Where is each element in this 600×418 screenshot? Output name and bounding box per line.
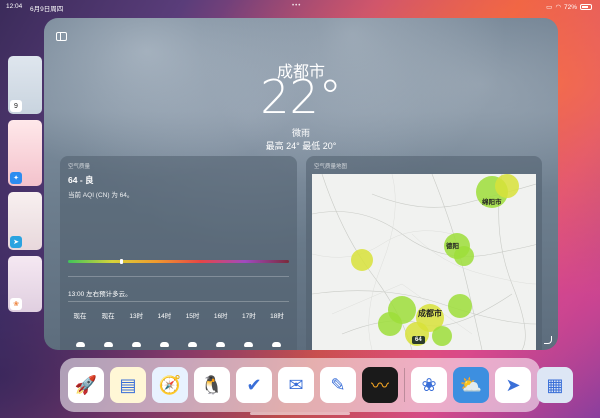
home-indicator[interactable] bbox=[250, 412, 350, 415]
map-header: 空气质量地图 bbox=[314, 164, 348, 170]
cloud-icon bbox=[124, 342, 148, 347]
dock-app-omnifocus[interactable]: ✔ bbox=[236, 367, 272, 403]
hour-label: 16时 bbox=[213, 313, 228, 320]
air-quality-map[interactable]: 绵阳市 德阳 成都市 64 bbox=[312, 174, 536, 350]
dock: 🚀 ▤ 🧭 🐧 ✔ ✉ ✎ 〰 ❀ ⛅ ➤ ▦ bbox=[60, 358, 573, 412]
qq-icon: 🐧 bbox=[200, 374, 224, 395]
cloud-icon bbox=[265, 342, 289, 347]
air-quality-panel[interactable]: 空气质量 64 - 良 当前 AQI (CN) 为 64。 13:00 左右预计… bbox=[60, 156, 297, 350]
hour-label: 17时 bbox=[241, 313, 256, 320]
aqi-header: 空气质量 bbox=[68, 164, 91, 170]
dock-app-telegram[interactable]: ➤ bbox=[495, 367, 531, 403]
cloud-icon bbox=[68, 342, 92, 347]
screen-mirror-icon: ▭ bbox=[546, 4, 553, 11]
status-indicators: ▭ ◠ 72% bbox=[546, 3, 592, 11]
aqi-value: 64 - 良 bbox=[68, 175, 94, 185]
cloud-icon bbox=[96, 342, 120, 347]
hour-label: 18时 bbox=[270, 313, 284, 320]
shadowrocket-icon: 🚀 bbox=[74, 374, 98, 395]
status-date: 6月9日周四 bbox=[30, 6, 64, 13]
hourly-forecast-row[interactable]: 现在 现在 13时 14时 15时 16时 17时 18时 bbox=[68, 310, 289, 320]
dock-app-app-library[interactable]: ▦ bbox=[537, 367, 573, 403]
aqi-description: 当前 AQI (CN) 为 64。 bbox=[68, 192, 134, 199]
mail-app-icon: ✉ bbox=[288, 374, 304, 395]
slide-over-card-photos[interactable]: ❀ bbox=[8, 256, 42, 312]
dock-app-mail-app[interactable]: ✉ bbox=[278, 367, 314, 403]
map-label-city: 德阳 bbox=[446, 243, 459, 250]
photos-icon: ❀ bbox=[10, 298, 22, 310]
photos-icon: ❀ bbox=[421, 374, 437, 395]
status-time: 12:04 bbox=[6, 3, 23, 10]
procreate-icon: 〰 bbox=[371, 376, 389, 396]
hour-label: 14时 bbox=[157, 313, 172, 320]
aqi-scale-bar bbox=[68, 260, 289, 263]
notes-icon: ▤ bbox=[119, 374, 137, 395]
map-label-city: 成都市 bbox=[418, 309, 442, 318]
safari-icon: 🧭 bbox=[158, 374, 182, 395]
aqi-scale-marker bbox=[119, 259, 123, 264]
weather-icon: ⛅ bbox=[459, 374, 483, 395]
goodnotes-icon: ✎ bbox=[330, 374, 346, 395]
hour-label: 13时 bbox=[129, 313, 144, 320]
aqi-circle-green bbox=[448, 294, 472, 318]
dock-app-safari[interactable]: 🧭 bbox=[152, 367, 188, 403]
cloud-icon bbox=[237, 342, 261, 347]
map-graphic bbox=[312, 174, 536, 350]
multitasking-dots[interactable]: ••• bbox=[292, 3, 301, 9]
calendar-icon: 9 bbox=[10, 100, 22, 112]
map-aqi-badge[interactable]: 64 bbox=[412, 336, 425, 344]
dock-app-goodnotes[interactable]: ✎ bbox=[320, 367, 356, 403]
cloud-icon bbox=[152, 342, 176, 347]
dock-app-procreate[interactable]: 〰 bbox=[362, 367, 398, 403]
divider bbox=[68, 301, 289, 302]
status-bar: 12:04 6月9日周四 ••• ▭ ◠ 72% bbox=[0, 0, 600, 14]
hour-label: 现在 bbox=[101, 313, 115, 320]
aqi-circle-green bbox=[378, 312, 402, 336]
divider bbox=[68, 276, 289, 277]
weather-condition: 微雨 bbox=[291, 128, 310, 138]
map-label-city: 绵阳市 bbox=[482, 199, 502, 206]
hourly-icon-row bbox=[68, 342, 289, 347]
dock-app-shadowrocket[interactable]: 🚀 bbox=[68, 367, 104, 403]
dock-separator bbox=[404, 368, 405, 402]
omnifocus-icon: ✔ bbox=[246, 374, 262, 395]
slide-over-card-telegram[interactable]: ➤ bbox=[8, 192, 42, 250]
cloud-icon bbox=[181, 342, 205, 347]
weather-app-window: 成都市 22° 微雨 最高 24° 最低 20° 空气质量 64 - 良 当前 … bbox=[44, 18, 558, 350]
hour-label: 现在 bbox=[73, 313, 87, 320]
aqi-circle-green bbox=[432, 326, 452, 346]
wifi-icon: ◠ bbox=[555, 4, 561, 11]
app-library-icon: ▦ bbox=[546, 374, 564, 395]
battery-percent: 72% bbox=[563, 3, 577, 11]
telegram-icon: ➤ bbox=[10, 236, 22, 248]
cloud-icon bbox=[209, 342, 233, 347]
dock-app-notes[interactable]: ▤ bbox=[110, 367, 146, 403]
current-temperature: 22° bbox=[260, 70, 342, 124]
high-low-temperature: 最高 24° 最低 20° bbox=[265, 141, 337, 151]
slide-over-card-calendar[interactable]: 9 bbox=[8, 56, 42, 114]
dock-app-weather[interactable]: ⛅ bbox=[453, 367, 489, 403]
window-resize-handle[interactable] bbox=[544, 336, 552, 344]
dock-app-qq[interactable]: 🐧 bbox=[194, 367, 230, 403]
forecast-summary: 13:00 左右预计多云。 bbox=[68, 291, 132, 298]
slide-over-card-safari[interactable]: ✦ bbox=[8, 120, 42, 186]
safari-icon: ✦ bbox=[10, 172, 22, 184]
aqi-circle-yellow bbox=[495, 174, 519, 198]
hour-label: 15时 bbox=[185, 313, 200, 320]
aqi-circle-yellow bbox=[351, 249, 373, 271]
air-quality-map-panel[interactable]: 空气质量地图 绵阳市 德阳 成都市 64 bbox=[306, 156, 542, 350]
battery-icon bbox=[580, 4, 592, 10]
dock-app-photos[interactable]: ❀ bbox=[411, 367, 447, 403]
sidebar-toggle-icon[interactable] bbox=[56, 32, 67, 41]
telegram-icon: ➤ bbox=[505, 374, 521, 395]
